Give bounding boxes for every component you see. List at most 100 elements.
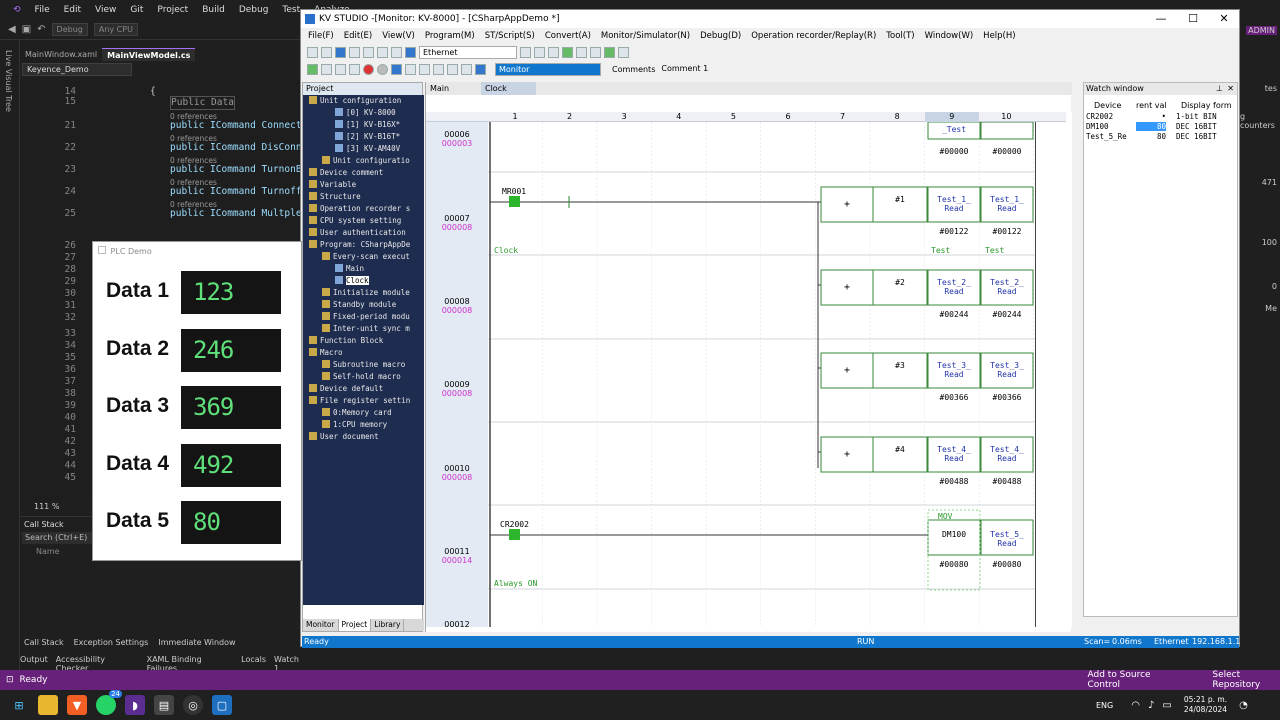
trigger-icon[interactable] <box>447 64 458 75</box>
code-line[interactable]: 15 Public Data <box>20 96 300 110</box>
grid-icon[interactable] <box>335 64 346 75</box>
project-tree-item[interactable]: Fixed-period modu <box>322 311 410 323</box>
ladder-vscroll[interactable] <box>1066 112 1072 627</box>
tab-exception-settings[interactable]: Exception Settings <box>74 638 149 650</box>
project-tree-item[interactable]: Subroutine macro <box>322 359 405 371</box>
comments-dropdown[interactable]: Comment 1 <box>658 63 758 76</box>
rung-number[interactable]: 00010 000008 <box>426 464 488 482</box>
monitor-icon[interactable] <box>307 64 318 75</box>
vs-menu-file[interactable]: File <box>28 5 57 15</box>
kv-menu-item[interactable]: Operation recorder/Replay(R) <box>746 31 881 41</box>
platform-dropdown[interactable]: Any CPU <box>93 23 138 36</box>
language-indicator[interactable]: ENG <box>1096 701 1113 710</box>
windows-start-icon[interactable]: ⊞ <box>9 695 29 715</box>
project-tree-item[interactable]: Device comment <box>309 167 383 179</box>
vs-logo-icon[interactable]: ⟲ <box>6 5 28 15</box>
project-tree-item[interactable]: 0:Memory card <box>322 407 392 419</box>
tab-accessibility-checker[interactable]: Accessibility Checker <box>56 655 139 673</box>
code-line[interactable]: 25 public ICommand MultpleWri <box>20 208 319 220</box>
kv-menu-item[interactable]: Monitor/Simulator(N) <box>596 31 695 41</box>
watch-row[interactable]: CR2002 • 1-bit BIN <box>1086 112 1236 122</box>
select-repository-button[interactable]: Select Repository <box>1212 670 1280 690</box>
open-file-icon[interactable] <box>321 47 332 58</box>
tab-xaml-binding-failures[interactable]: XAML Binding Failures <box>147 655 234 673</box>
stop-record-icon[interactable] <box>377 64 388 75</box>
skip-icon[interactable] <box>433 64 444 75</box>
clock[interactable]: 05:21 p. m. 24/08/2024 <box>1184 695 1227 715</box>
list-icon[interactable] <box>321 64 332 75</box>
view-icon[interactable] <box>349 64 360 75</box>
project-tree-item[interactable]: [3] KV-AM40V <box>335 143 400 155</box>
tool-icon-b[interactable] <box>534 47 545 58</box>
tab-monitor[interactable]: Monitor <box>303 619 339 631</box>
rung-number[interactable]: 00009 000008 <box>426 380 488 398</box>
kv-menu-item[interactable]: Tool(T) <box>881 31 919 41</box>
tab-output[interactable]: Output <box>20 655 48 667</box>
project-tree-item[interactable]: [1] KV-B16X* <box>335 119 400 131</box>
watch-row[interactable]: DM100 80 DEC 16BIT <box>1086 122 1236 132</box>
ladder-tab-main[interactable]: Main <box>426 82 481 95</box>
tool-icon-a[interactable] <box>520 47 531 58</box>
project-tree-item[interactable]: Macro <box>309 347 343 359</box>
project-tree-item[interactable]: [2] KV-B16T* <box>335 131 400 143</box>
tab-mainviewmodel[interactable]: MainViewModel.cs <box>102 48 196 61</box>
project-tree-item[interactable]: Program: CSharpAppDe <box>309 239 410 251</box>
project-tree-item[interactable]: Operation recorder s <box>309 203 410 215</box>
project-tree-item[interactable]: CPU system setting <box>309 215 401 227</box>
project-tree-item[interactable]: Unit configuratio <box>322 155 410 167</box>
tool-icon-e[interactable] <box>576 47 587 58</box>
vs-menu-git[interactable]: Git <box>123 5 150 15</box>
tool-icon-h[interactable] <box>618 47 629 58</box>
project-tree-item[interactable]: Every-scan execut <box>322 251 410 263</box>
project-tree-item[interactable]: Clock <box>335 275 369 287</box>
close-button[interactable]: ✕ <box>1209 10 1239 28</box>
rung-number[interactable]: 00006 000003 <box>426 130 488 148</box>
cut-icon[interactable] <box>363 47 374 58</box>
wifi-icon[interactable]: ◠ <box>1131 700 1140 711</box>
print-icon[interactable] <box>349 47 360 58</box>
project-tree-item[interactable]: User document <box>309 431 379 443</box>
brave-icon[interactable]: ▼ <box>67 695 87 715</box>
tool-icon-f[interactable] <box>590 47 601 58</box>
battery-icon[interactable]: ▭ <box>1162 700 1171 711</box>
watch-pin-icon[interactable]: ⊥ <box>1216 83 1223 95</box>
code-line[interactable]: 21 public ICommand ConnectCmd <box>20 120 319 132</box>
watch-close-icon[interactable]: ✕ <box>1227 83 1234 95</box>
obs-icon[interactable]: ◎ <box>183 695 203 715</box>
new-file-icon[interactable] <box>307 47 318 58</box>
tab-locals[interactable]: Locals <box>241 655 266 667</box>
project-tree-item[interactable]: Standby module <box>322 299 396 311</box>
kv-menu-item[interactable]: ST/Script(S) <box>480 31 540 41</box>
project-tree-item[interactable]: Inter-unit sync m <box>322 323 410 335</box>
save-icon[interactable]: ▣ <box>22 24 31 35</box>
minimize-button[interactable]: — <box>1146 10 1176 28</box>
code-line[interactable]: 23 public ICommand TurnonBitC <box>20 164 319 176</box>
rung-number[interactable]: 00008 000008 <box>426 297 488 315</box>
kv-menu-item[interactable]: Debug(D) <box>695 31 746 41</box>
whatsapp-icon[interactable]: 24 <box>96 690 122 715</box>
kv-menu-item[interactable]: Window(W) <box>920 31 979 41</box>
code-line[interactable]: 22 public ICommand DisConnectC <box>20 142 325 154</box>
mode-dropdown[interactable]: Monitor <box>495 63 601 76</box>
pause-icon[interactable] <box>405 64 416 75</box>
play-icon[interactable] <box>391 64 402 75</box>
code-line[interactable]: 24 public ICommand TurnoffBitC <box>20 186 325 198</box>
back-icon[interactable]: ◀ <box>8 24 16 35</box>
add-source-control-button[interactable]: Add to Source Control <box>1088 670 1173 690</box>
tab-immediate-window[interactable]: Immediate Window <box>158 638 235 650</box>
timer-icon[interactable] <box>461 64 472 75</box>
watch-row[interactable]: Test_5_Re 80 DEC 16BIT <box>1086 132 1236 142</box>
kv-menu-item[interactable]: View(V) <box>377 31 420 41</box>
maximize-button[interactable]: ☐ <box>1178 10 1208 28</box>
record-icon[interactable] <box>363 64 374 75</box>
volume-icon[interactable]: ♪ <box>1148 700 1154 711</box>
rung-number[interactable]: 00007 000008 <box>426 214 488 232</box>
ladder-grid[interactable]: _Test #00000 #00000 MR001 Clock Test Test + #1 Te… <box>488 122 1036 627</box>
connection-dropdown[interactable]: Ethernet <box>419 46 517 59</box>
save-icon[interactable] <box>335 47 346 58</box>
tab-mainwindow[interactable]: MainWindow.xaml <box>20 48 102 61</box>
project-tree-item[interactable]: File register settin <box>309 395 410 407</box>
vs-menu-edit[interactable]: Edit <box>57 5 88 15</box>
app-window-icon[interactable]: ▢ <box>212 695 232 715</box>
vs-menu-debug[interactable]: Debug <box>232 5 276 15</box>
